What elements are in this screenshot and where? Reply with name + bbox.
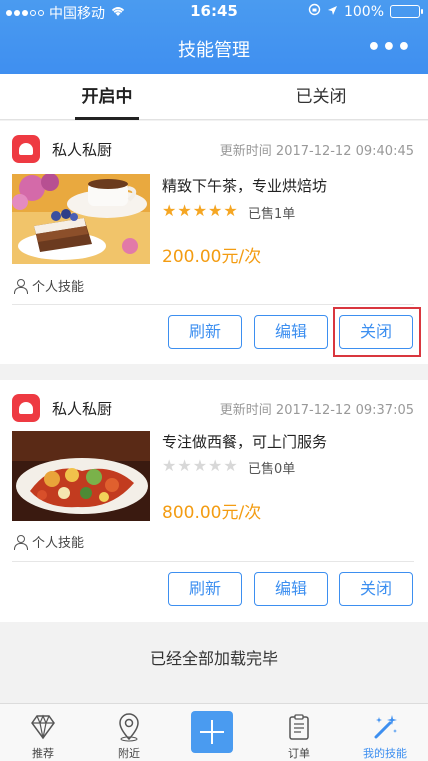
refresh-button[interactable]: 刷新: [168, 572, 242, 606]
western-food-photo[interactable]: [12, 431, 150, 521]
skill-type-label: 个人技能: [32, 280, 85, 295]
price: 200.00元/次: [162, 247, 262, 267]
page-title: 技能管理: [178, 40, 250, 61]
nav-item-orders[interactable]: 订单: [256, 704, 342, 761]
battery-percent: 100%: [343, 3, 384, 20]
divider: [12, 561, 414, 562]
nav-item-nearby[interactable]: 附近: [86, 704, 172, 761]
skill-title[interactable]: 专注做西餐，可上门服务: [162, 431, 327, 452]
update-time: 更新时间 2017-12-12 09:37:05: [219, 403, 414, 418]
more-menu-icon[interactable]: •••: [367, 35, 412, 60]
rotation-lock-icon: [308, 3, 321, 20]
store-name[interactable]: 私人私厨: [52, 139, 112, 160]
skill-card: 私人私厨 更新时间 2017-12-12 09:37:05 专注做西餐，可上门服…: [0, 380, 428, 622]
battery-icon: [390, 5, 423, 18]
rating-stars: ★ ★ ★ ★ ★: [162, 458, 238, 474]
tab-bar: 开启中 已关闭: [0, 74, 428, 120]
skill-title[interactable]: 精致下午茶，专业烘焙坊: [162, 175, 327, 196]
order-list-icon: [289, 714, 309, 740]
divider: [12, 304, 414, 305]
nav-bar: 技能管理 •••: [0, 24, 428, 74]
close-button[interactable]: 关闭: [339, 572, 413, 606]
rating-stars: ★ ★ ★ ★ ★: [162, 203, 238, 219]
afternoon-tea-photo[interactable]: [12, 174, 150, 264]
price: 800.00元/次: [162, 503, 262, 523]
sold-count: 已售0单: [248, 462, 296, 477]
location-arrow-icon: [327, 4, 338, 20]
diamond-icon: [31, 714, 55, 740]
star-icon: ★: [223, 201, 238, 220]
star-icon: ★: [177, 456, 192, 475]
star-icon: ★: [162, 456, 177, 475]
skill-type: 个人技能: [13, 276, 84, 295]
star-icon: ★: [192, 201, 208, 220]
star-icon: ★: [192, 456, 208, 475]
nav-label: 推荐: [32, 747, 54, 760]
highlight-box: [333, 307, 421, 357]
skill-card: 私人私厨 更新时间 2017-12-12 09:40:45 精致下午茶，专业烘焙…: [0, 121, 428, 364]
nav-label: 附近: [118, 747, 140, 760]
nav-item-recommend[interactable]: 推荐: [0, 704, 86, 761]
person-icon: [13, 278, 28, 294]
star-icon: ★: [177, 201, 192, 220]
plus-icon[interactable]: [191, 711, 233, 753]
load-complete-message: 已经全部加载完毕: [149, 649, 278, 668]
store-logo-icon: [12, 394, 40, 422]
sold-count: 已售1单: [248, 207, 296, 222]
edit-button[interactable]: 编辑: [254, 315, 328, 349]
nav-label: 订单: [288, 747, 310, 760]
skill-type-label: 个人技能: [32, 536, 85, 551]
skill-type: 个人技能: [13, 532, 84, 551]
star-icon: ★: [208, 456, 223, 475]
edit-button[interactable]: 编辑: [254, 572, 328, 606]
nav-label: 我的技能: [363, 747, 407, 760]
star-icon: ★: [223, 456, 238, 475]
store-name[interactable]: 私人私厨: [52, 398, 112, 419]
location-pin-icon: [119, 713, 139, 742]
store-logo-icon: [12, 135, 40, 163]
tab-enabled[interactable]: 开启中: [0, 74, 214, 120]
status-bar: 中国移动 16:45 100%: [0, 0, 428, 24]
star-icon: ★: [208, 201, 223, 220]
tab-closed[interactable]: 已关闭: [214, 74, 428, 120]
nav-item-add[interactable]: [171, 704, 257, 761]
refresh-button[interactable]: 刷新: [168, 315, 242, 349]
app-header: 中国移动 16:45 100% 技能管理 •••: [0, 0, 428, 74]
nav-item-my-skills[interactable]: 我的技能: [342, 704, 428, 761]
magic-wand-icon: [374, 715, 397, 739]
person-icon: [13, 534, 28, 550]
star-icon: ★: [162, 201, 177, 220]
bottom-nav: 推荐 附近 订单 我的技能: [0, 703, 428, 761]
update-time: 更新时间 2017-12-12 09:40:45: [219, 144, 414, 159]
